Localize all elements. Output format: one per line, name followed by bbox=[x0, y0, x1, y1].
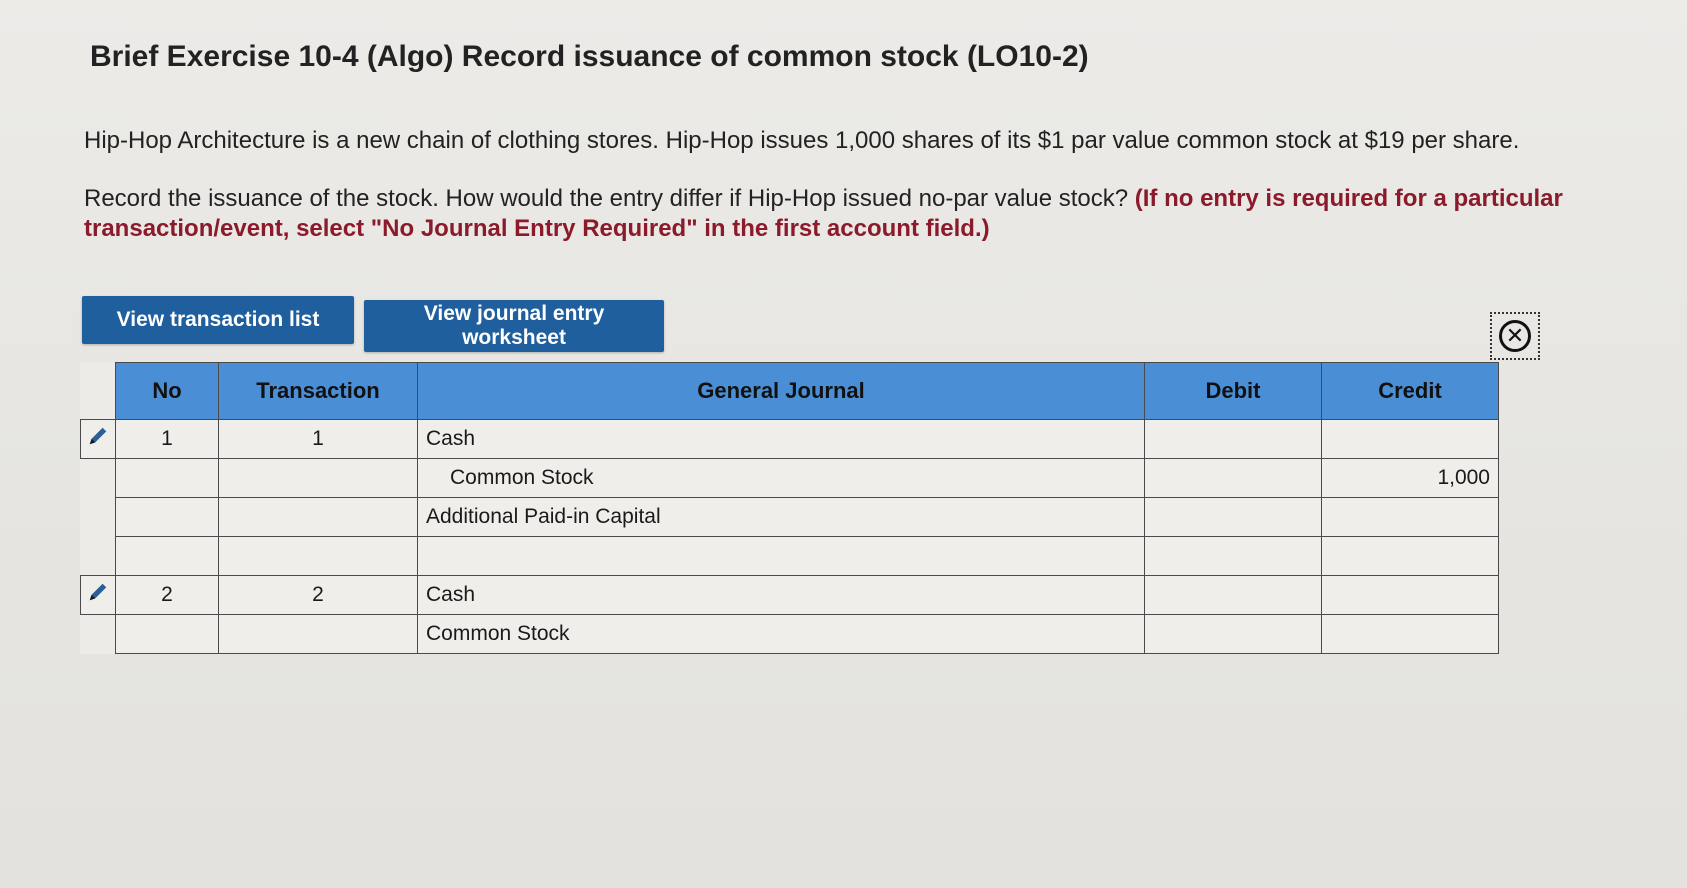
instructions-paragraph: Record the issuance of the stock. How wo… bbox=[84, 184, 1664, 244]
row-account[interactable]: Cash bbox=[417, 419, 1145, 459]
row-transaction bbox=[218, 497, 418, 537]
row-credit[interactable] bbox=[1321, 419, 1499, 459]
edit-spacer bbox=[81, 615, 116, 654]
edit-entry-1-button[interactable] bbox=[80, 419, 116, 459]
row-transaction bbox=[218, 614, 418, 654]
header-transaction: Transaction bbox=[218, 362, 418, 420]
table-row: Common Stock 1,000 bbox=[81, 458, 1499, 498]
table-row bbox=[81, 536, 1499, 576]
row-no bbox=[115, 614, 219, 654]
row-transaction: 1 bbox=[218, 419, 418, 459]
pencil-icon bbox=[89, 583, 107, 601]
edit-column-header bbox=[81, 363, 116, 420]
row-credit[interactable] bbox=[1321, 575, 1499, 615]
row-credit[interactable] bbox=[1321, 497, 1499, 537]
row-credit[interactable] bbox=[1321, 536, 1499, 576]
row-no bbox=[115, 497, 219, 537]
row-transaction bbox=[218, 458, 418, 498]
table-row: Common Stock bbox=[81, 614, 1499, 654]
row-account[interactable] bbox=[417, 536, 1145, 576]
row-no bbox=[115, 536, 219, 576]
row-debit[interactable] bbox=[1144, 419, 1322, 459]
edit-spacer bbox=[81, 498, 116, 537]
table-row: Additional Paid-in Capital bbox=[81, 497, 1499, 537]
view-transaction-list-button[interactable]: View transaction list bbox=[82, 296, 354, 344]
row-no bbox=[115, 458, 219, 498]
row-no: 2 bbox=[115, 575, 219, 615]
table-row: 1 1 Cash bbox=[80, 419, 1499, 459]
journal-header-row: No Transaction General Journal Debit Cre… bbox=[81, 362, 1499, 420]
edit-spacer bbox=[81, 459, 116, 498]
problem-statement: Hip-Hop Architecture is a new chain of c… bbox=[84, 127, 1520, 154]
close-button[interactable]: ✕ bbox=[1490, 312, 1540, 360]
row-debit[interactable] bbox=[1144, 614, 1322, 654]
row-account[interactable]: Cash bbox=[417, 575, 1145, 615]
row-credit[interactable]: 1,000 bbox=[1321, 458, 1499, 498]
header-debit: Debit bbox=[1144, 362, 1322, 420]
edit-spacer bbox=[81, 537, 116, 576]
row-account[interactable]: Common Stock bbox=[417, 458, 1145, 498]
row-debit[interactable] bbox=[1144, 497, 1322, 537]
row-account[interactable]: Additional Paid-in Capital bbox=[417, 497, 1145, 537]
edit-entry-2-button[interactable] bbox=[80, 575, 116, 615]
journal-table: No Transaction General Journal Debit Cre… bbox=[80, 362, 1499, 654]
row-account[interactable]: Common Stock bbox=[417, 614, 1145, 654]
table-row: 2 2 Cash bbox=[80, 575, 1499, 615]
header-general-journal: General Journal bbox=[417, 362, 1145, 420]
header-no: No bbox=[115, 362, 219, 420]
question-text: Record the issuance of the stock. How wo… bbox=[84, 185, 1129, 212]
row-no: 1 bbox=[115, 419, 219, 459]
circled-x-icon: ✕ bbox=[1499, 320, 1531, 352]
row-transaction bbox=[218, 536, 418, 576]
view-journal-entry-worksheet-button[interactable]: View journal entry worksheet bbox=[364, 300, 664, 352]
row-debit[interactable] bbox=[1144, 536, 1322, 576]
page-title: Brief Exercise 10-4 (Algo) Record issuan… bbox=[90, 40, 1089, 73]
page: Brief Exercise 10-4 (Algo) Record issuan… bbox=[0, 0, 1687, 888]
row-debit[interactable] bbox=[1144, 575, 1322, 615]
row-debit[interactable] bbox=[1144, 458, 1322, 498]
pencil-icon bbox=[89, 427, 107, 445]
header-credit: Credit bbox=[1321, 362, 1499, 420]
row-transaction: 2 bbox=[218, 575, 418, 615]
row-credit[interactable] bbox=[1321, 614, 1499, 654]
